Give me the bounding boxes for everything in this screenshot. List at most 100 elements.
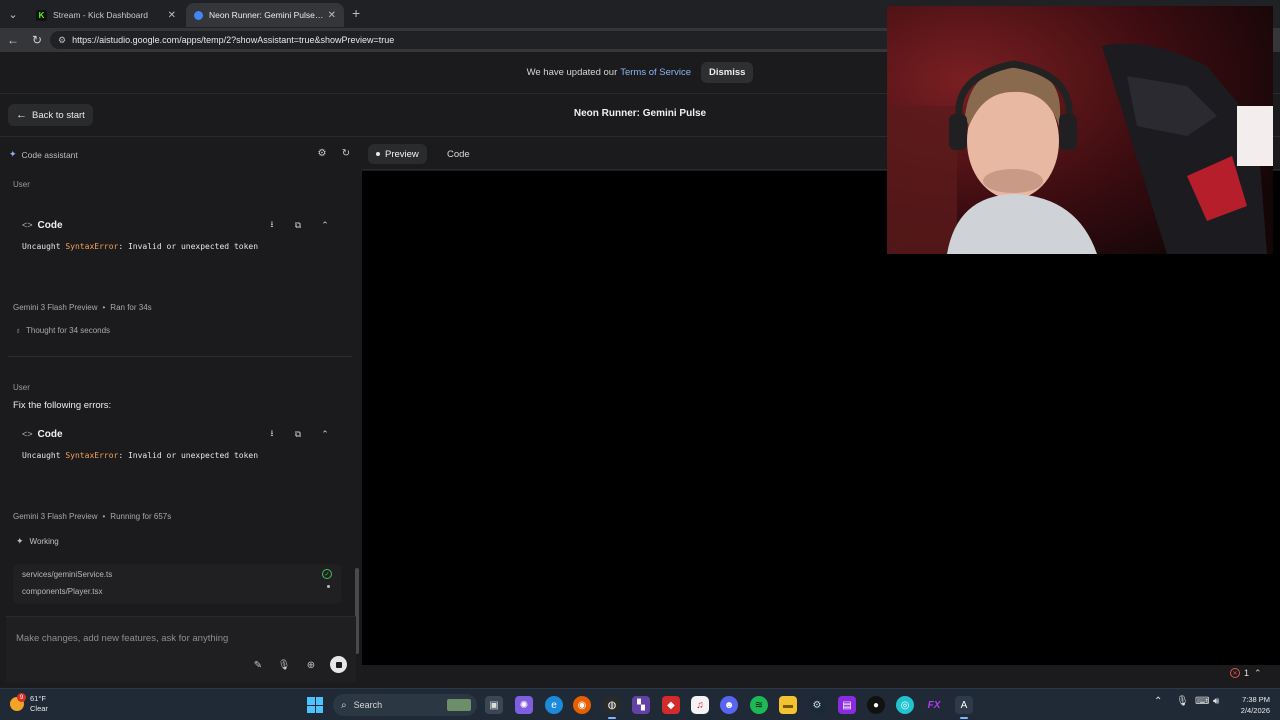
music-icon[interactable]: ♫ (691, 696, 709, 714)
network-icon[interactable]: ⌨ (1195, 696, 1209, 707)
terms-link[interactable]: Terms of Service (620, 67, 691, 78)
obs-icon[interactable]: ◍ (603, 696, 621, 714)
prompt-input[interactable]: Make changes, add new features, ask for … (16, 633, 228, 644)
volume-icon[interactable]: 🔊︎ (1213, 696, 1219, 707)
dismiss-button[interactable]: Dismiss (700, 62, 754, 83)
task-view-icon[interactable]: ▣ (485, 696, 503, 714)
copy-icon[interactable]: ⧉ (291, 218, 305, 232)
discord-icon[interactable]: ☻ (720, 696, 738, 714)
code-block: <> Code ⭳ ⧉ ⌃ Uncaught SyntaxError: Inva… (13, 214, 341, 270)
app-icon[interactable]: ● (867, 696, 885, 714)
ai-studio-taskbar-icon[interactable]: A (955, 696, 973, 714)
close-icon[interactable]: ✕ (168, 10, 176, 21)
error-line: Uncaught SyntaxError: Invalid or unexpec… (22, 242, 259, 251)
system-clock[interactable]: 7:38 PM 2/4/2026 (1228, 694, 1270, 716)
file-item[interactable]: components/Player.tsx (22, 587, 102, 596)
stop-icon (335, 661, 342, 668)
search-icon: ⌕ (341, 699, 347, 711)
model-run-meta: Gemini 3 Flash Preview • Ran for 34s (13, 303, 152, 312)
twitch-icon[interactable]: ▚ (632, 696, 650, 714)
model-name: Gemini 3 Flash Preview (13, 303, 98, 312)
code-block: <> Code ⭳ ⧉ ⌃ Uncaught SyntaxError: Inva… (13, 423, 341, 479)
sparkle-icon: ✦ (16, 536, 24, 546)
run-duration: Ran for 34s (110, 303, 152, 312)
site-info-icon[interactable]: ⚙ (58, 35, 66, 46)
chevron-up-icon[interactable]: ⌃ (318, 427, 332, 441)
windows-start-icon[interactable] (307, 697, 323, 713)
stop-button[interactable] (330, 656, 347, 673)
user-label: User (13, 383, 30, 392)
weather-desc: Clear (30, 704, 48, 713)
pending-dot-icon (327, 585, 330, 588)
chevron-up-icon[interactable]: ⌃ (318, 218, 332, 232)
reload-icon[interactable]: ↻ (29, 32, 45, 48)
refresh-icon[interactable]: ↻ (339, 146, 353, 160)
add-circle-icon[interactable]: ⊕ (303, 657, 319, 673)
app-icon[interactable]: ◆ (662, 696, 680, 714)
separator-dot: • (102, 303, 106, 312)
steam-icon[interactable]: ⚙ (808, 696, 826, 714)
error-indicator[interactable]: ✕ 1 (1230, 668, 1249, 678)
copy-icon[interactable]: ⧉ (291, 427, 305, 441)
magic-wand-icon[interactable]: ✎ (250, 657, 266, 673)
weather-temp: 61°F (30, 694, 46, 703)
weather-sun-icon: 9 (10, 693, 26, 711)
firefox-icon[interactable]: ◉ (573, 696, 591, 714)
windows-taskbar: 9 61°F Clear ⌕ Search ▣ ✺ e ◉ ◍ ▚ ◆ ♫ ☻ … (0, 688, 1280, 720)
prompt-composer[interactable]: Make changes, add new features, ask for … (6, 616, 356, 682)
webcam-feed-image (887, 6, 1273, 254)
download-icon[interactable]: ⭳ (265, 427, 279, 441)
kick-icon: K (36, 9, 47, 21)
clapper-icon[interactable]: ▤ (838, 696, 856, 714)
clock-date: 2/4/2026 (1240, 706, 1270, 715)
chat-history[interactable]: User <> Code ⭳ ⧉ ⌃ Uncaught SyntaxError:… (0, 170, 362, 618)
download-icon[interactable]: ⭳ (265, 218, 279, 232)
browser-tab-label: Stream - Kick Dashboard (53, 10, 148, 20)
spotify-icon[interactable]: ≋ (750, 696, 768, 714)
edge-icon[interactable]: e (545, 696, 563, 714)
file-explorer-icon[interactable]: ▬ (779, 696, 797, 714)
user-label: User (13, 180, 30, 189)
app-icon[interactable]: ◎ (896, 696, 914, 714)
code-assistant-panel: ✦ Code assistant ⚙ ↻ User <> Code ⭳ ⧉ ⌃ … (0, 138, 362, 687)
message-divider (8, 356, 352, 357)
tab-preview[interactable]: Preview (368, 144, 427, 164)
ai-studio-icon (194, 10, 203, 20)
close-icon[interactable]: ✕ (328, 10, 336, 21)
notification-badge: 9 (17, 693, 26, 702)
microphone-icon[interactable]: 🎙︎ (1176, 696, 1189, 707)
lightbulb-icon: ♁ (15, 326, 21, 335)
separator-dot: • (102, 512, 106, 521)
tab-search-chevron-icon[interactable]: ⌄ (4, 5, 22, 23)
active-app-indicator (960, 717, 968, 719)
thought-text: Thought for 34 seconds (26, 326, 111, 335)
back-arrow-icon[interactable]: ← (5, 32, 21, 48)
settings-gear-icon[interactable]: ⚙ (315, 146, 329, 160)
file-item[interactable]: services/geminiService.ts (22, 570, 112, 579)
code-icon: <> (22, 220, 33, 230)
new-tab-icon[interactable]: + (352, 5, 360, 21)
microphone-icon[interactable]: 🎙︎ (276, 657, 292, 673)
taskbar-search[interactable]: ⌕ Search (333, 694, 477, 716)
chevron-up-icon[interactable]: ⌃ (1254, 668, 1262, 679)
error-line: Uncaught SyntaxError: Invalid or unexpec… (22, 451, 259, 460)
search-highlight-image (447, 699, 471, 711)
model-name: Gemini 3 Flash Preview (13, 512, 98, 521)
browser-tab-ai-studio[interactable]: Neon Runner: Gemini Pulse | Google AI St… (186, 3, 344, 27)
tab-label: Code (447, 148, 470, 160)
tab-code[interactable]: Code (439, 144, 478, 164)
weather-widget[interactable]: 9 61°F Clear (10, 693, 48, 714)
browser-tab-kick[interactable]: K Stream - Kick Dashboard ✕ (28, 3, 184, 27)
user-message: Fix the following errors: (13, 400, 112, 411)
run-duration: Running for 657s (110, 512, 172, 521)
code-block-title: Code (37, 219, 63, 231)
browser-tab-label: Neon Runner: Gemini Pulse | Google AI St… (209, 10, 324, 20)
thought-summary[interactable]: ♁ Thought for 34 seconds (15, 326, 110, 335)
chevron-up-icon[interactable]: ⌃ (1154, 696, 1162, 707)
banner-text: We have updated our (526, 67, 618, 78)
error-count: 1 (1244, 668, 1250, 678)
copilot-icon[interactable]: ✺ (515, 696, 533, 714)
working-status: ✦ Working (16, 536, 59, 547)
fx-icon[interactable]: FX (925, 696, 943, 714)
check-circle-icon: ✓ (322, 569, 332, 579)
